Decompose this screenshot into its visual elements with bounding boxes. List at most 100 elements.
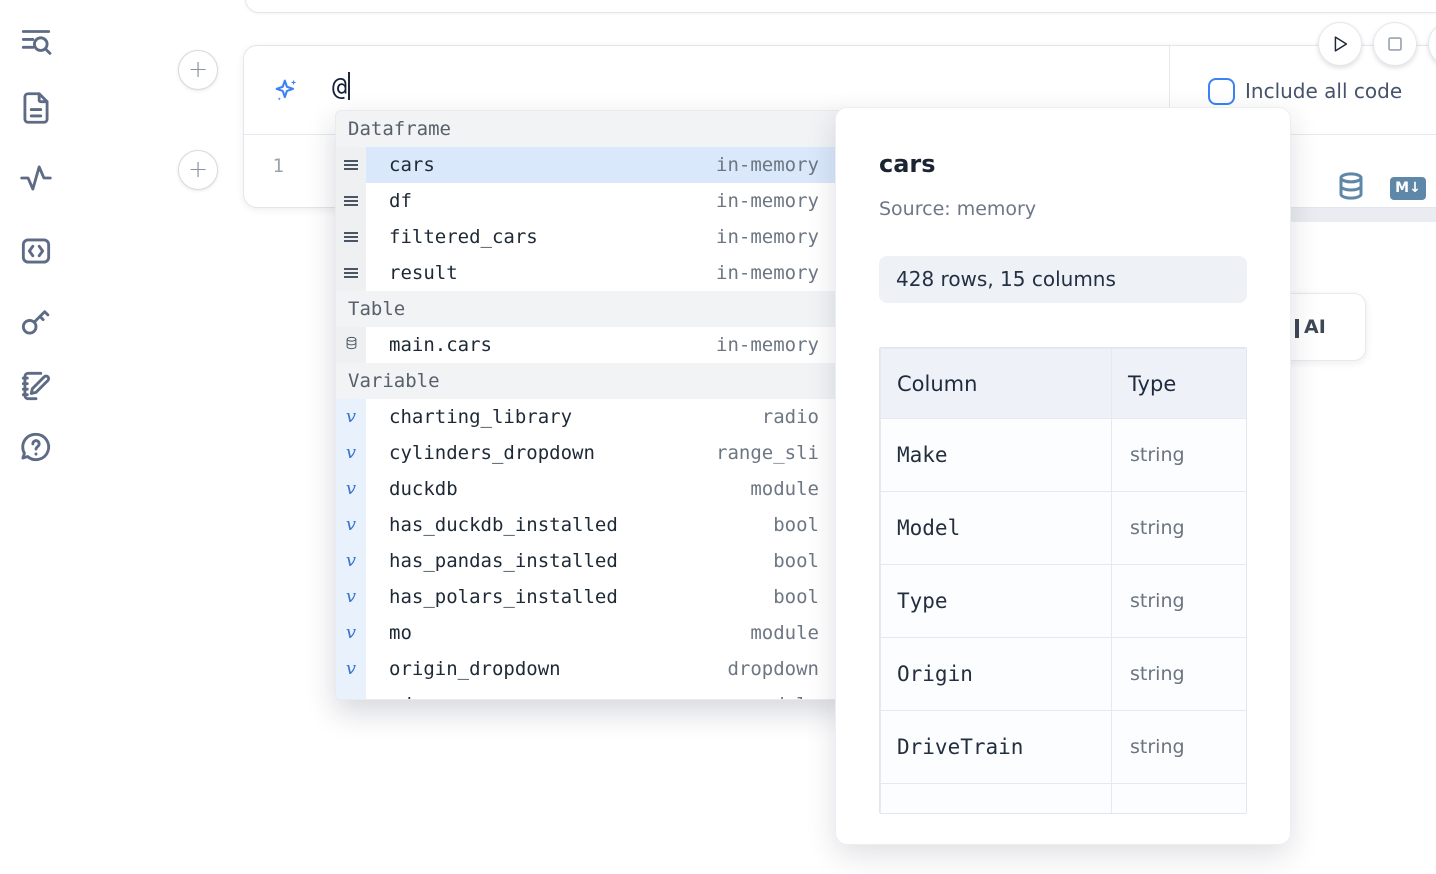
shape-badge: 428 rows, 15 columns <box>879 256 1247 303</box>
autocomplete-section-header: Table <box>336 291 846 327</box>
variable-icon: v <box>346 444 356 462</box>
autocomplete-item[interactable]: v charting_library radio <box>336 399 846 435</box>
table-icon <box>344 334 359 356</box>
autocomplete-item-gutter: v <box>336 651 366 687</box>
autocomplete-item-type: module <box>750 694 819 700</box>
text-cursor <box>348 72 350 100</box>
schema-column-type: string <box>1112 711 1247 784</box>
autocomplete-item-gutter <box>336 147 366 183</box>
autocomplete-item[interactable]: v cylinders_dropdown range_sli <box>336 435 846 471</box>
autocomplete-item-type: range_sli <box>716 442 819 464</box>
schema-column-type: string <box>1112 565 1247 638</box>
autocomplete-item[interactable]: result in-memory <box>336 255 846 291</box>
schema-column-type: string <box>1112 638 1247 711</box>
schema-table-header: Column Type <box>881 349 1247 419</box>
autocomplete-item-name: filtered_cars <box>389 226 538 248</box>
add-cell-button-bottom[interactable]: + <box>178 150 218 190</box>
play-icon <box>1329 33 1351 55</box>
schema-column-name: DriveTrain <box>881 711 1112 784</box>
autocomplete-item[interactable]: v origin_dropdown dropdown <box>336 651 846 687</box>
autocomplete-item[interactable]: v mo module <box>336 615 846 651</box>
schema-column-type: string <box>1112 492 1247 565</box>
list-search-icon[interactable] <box>16 21 56 61</box>
autocomplete-item-name: cylinders_dropdown <box>389 442 595 464</box>
autocomplete-item[interactable]: v duckdb module <box>336 471 846 507</box>
autocomplete-item-gutter: v <box>336 507 366 543</box>
column-header: Column <box>881 349 1112 419</box>
autocomplete-item-name: result <box>389 262 458 284</box>
autocomplete-list: Dataframe cars in-memory df in-memory fi… <box>336 111 846 700</box>
notebook-edit-icon[interactable] <box>16 366 56 406</box>
schema-table-row: Make string <box>881 419 1247 492</box>
autocomplete-item-type: module <box>750 478 819 500</box>
autocomplete-item[interactable]: cars in-memory <box>336 147 846 183</box>
add-cell-button-top[interactable]: + <box>178 50 218 90</box>
stop-icon <box>1384 33 1406 55</box>
ai-button-label: AI <box>1304 316 1326 338</box>
autocomplete-item-gutter: v <box>336 615 366 651</box>
schema-table: Column Type Make string Model string Typ… <box>880 348 1247 814</box>
schema-column-type <box>1112 784 1247 815</box>
autocomplete-item-gutter: v <box>336 543 366 579</box>
autocomplete-item-type: in-memory <box>716 154 819 176</box>
autocomplete-section-header: Variable <box>336 363 846 399</box>
key-icon[interactable] <box>16 302 56 342</box>
activity-icon[interactable] <box>16 158 56 198</box>
autocomplete-item-gutter <box>336 183 366 219</box>
autocomplete-item[interactable]: v pd module <box>336 687 846 700</box>
autocomplete-item-type: dropdown <box>727 658 819 680</box>
autocomplete-item-type: module <box>750 622 819 644</box>
variable-icon: v <box>346 408 356 426</box>
autocomplete-item-type: in-memory <box>716 190 819 212</box>
autocomplete-item-name: has_pandas_installed <box>389 550 618 572</box>
autocomplete-item-gutter: v <box>336 435 366 471</box>
variable-icon: v <box>346 624 356 642</box>
notebook-screen: + + AI @ Include all code 1 M↓ <box>0 0 1436 874</box>
run-cell-button[interactable] <box>1318 22 1362 66</box>
autocomplete-item-name: duckdb <box>389 478 458 500</box>
schema-column-name: Make <box>881 419 1112 492</box>
dataframe-preview-panel: cars Source: memory 428 rows, 15 columns… <box>835 107 1291 845</box>
autocomplete-item[interactable]: v has_polars_installed bool <box>336 579 846 615</box>
variable-icon: v <box>346 552 356 570</box>
autocomplete-item[interactable]: v has_pandas_installed bool <box>336 543 846 579</box>
autocomplete-item-name: has_polars_installed <box>389 586 618 608</box>
stop-button[interactable] <box>1373 22 1417 66</box>
autocomplete-item-type: radio <box>762 406 819 428</box>
schema-table-row: Origin string <box>881 638 1247 711</box>
schema-column-name: Model <box>881 492 1112 565</box>
autocomplete-item-type: bool <box>773 550 819 572</box>
include-all-code-checkbox[interactable] <box>1208 78 1235 105</box>
autocomplete-item-type: bool <box>773 586 819 608</box>
schema-column-name: Type <box>881 565 1112 638</box>
schema-table-row: DriveTrain string <box>881 711 1247 784</box>
markdown-icon[interactable]: M↓ <box>1390 177 1426 200</box>
preview-source: Source: memory <box>879 198 1036 220</box>
autocomplete-item-name: main.cars <box>389 334 492 356</box>
autocomplete-item[interactable]: df in-memory <box>336 183 846 219</box>
autocomplete-item[interactable]: main.cars in-memory <box>336 327 846 363</box>
autocomplete-item-gutter <box>336 255 366 291</box>
ai-sparkle-icon <box>272 76 300 104</box>
prompt-value: @ <box>332 72 347 101</box>
include-all-code-label: Include all code <box>1245 79 1402 103</box>
previous-cell <box>245 0 1436 13</box>
schema-column-name <box>881 784 1112 815</box>
schema-table-row-partial <box>881 784 1247 815</box>
autocomplete-item-type: in-memory <box>716 262 819 284</box>
autocomplete-item-name: charting_library <box>389 406 572 428</box>
variable-icon: v <box>346 660 356 678</box>
database-icon[interactable] <box>1336 171 1366 202</box>
schema-table-row: Model string <box>881 492 1247 565</box>
file-document-icon[interactable] <box>16 88 56 128</box>
ai-prompt-input[interactable]: @ <box>332 72 350 101</box>
code-block-icon[interactable] <box>16 231 56 271</box>
variable-icon: v <box>346 588 356 606</box>
schema-table-row: Type string <box>881 565 1247 638</box>
autocomplete-item[interactable]: filtered_cars in-memory <box>336 219 846 255</box>
dataframe-icon <box>344 268 358 270</box>
autocomplete-item-name: cars <box>389 154 435 176</box>
autocomplete-item[interactable]: v has_duckdb_installed bool <box>336 507 846 543</box>
help-chat-icon[interactable] <box>16 427 56 467</box>
autocomplete-item-gutter: v <box>336 399 366 435</box>
